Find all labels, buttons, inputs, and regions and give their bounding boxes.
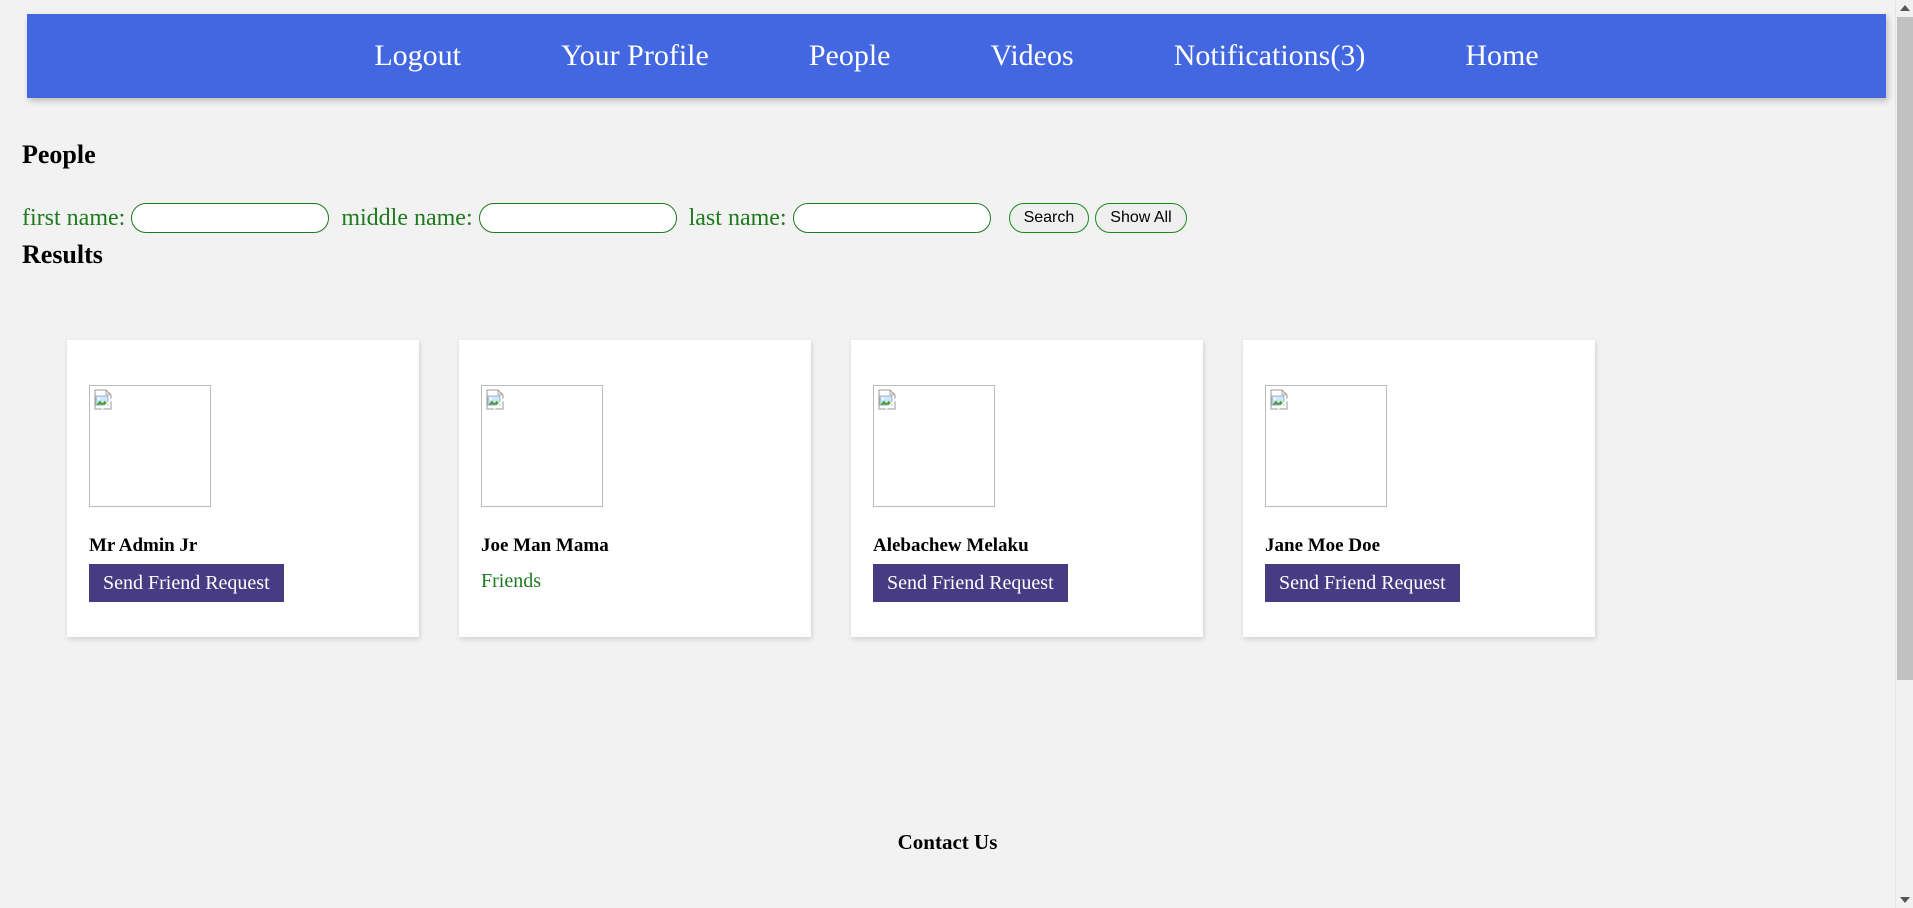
middle-name-label: middle name: (341, 205, 473, 231)
page-title: People (22, 140, 96, 169)
broken-image-icon (1265, 385, 1387, 507)
person-name: Jane Moe Doe (1265, 535, 1381, 556)
nav-notifications[interactable]: Notifications(3) (1124, 39, 1416, 72)
friend-status-label: Friends (481, 570, 541, 592)
scroll-down-arrow-icon[interactable] (1896, 892, 1913, 908)
contact-us-link[interactable]: Contact Us (898, 830, 998, 855)
nav-logout[interactable]: Logout (324, 39, 511, 72)
send-friend-request-button[interactable]: Send Friend Request (89, 564, 284, 602)
nav-people[interactable]: People (759, 39, 941, 72)
person-name: Joe Man Mama (481, 535, 609, 556)
person-name: Alebachew Melaku (873, 535, 1029, 556)
person-card: Alebachew Melaku Send Friend Request (851, 340, 1203, 637)
results-grid: Mr Admin Jr Send Friend Request Joe Man … (67, 340, 1595, 637)
nav-list: Logout Your Profile People Videos Notifi… (324, 40, 1588, 72)
footer: Contact Us (0, 830, 1895, 855)
send-friend-request-button[interactable]: Send Friend Request (873, 564, 1068, 602)
person-card: Mr Admin Jr Send Friend Request (67, 340, 419, 637)
nav-home[interactable]: Home (1415, 39, 1588, 72)
middle-name-input[interactable] (478, 203, 677, 233)
nav-your-profile[interactable]: Your Profile (511, 39, 759, 72)
broken-image-icon (481, 385, 603, 507)
broken-image-icon (89, 385, 211, 507)
search-button[interactable]: Search (1008, 203, 1090, 233)
last-name-label: last name: (688, 205, 787, 231)
person-name: Mr Admin Jr (89, 535, 198, 556)
scrollbar-thumb[interactable] (1897, 17, 1913, 680)
scroll-up-arrow-icon[interactable] (1896, 0, 1913, 16)
people-search-form: first name: middle name: last name: Sear… (22, 198, 1187, 238)
results-heading: Results (22, 240, 103, 269)
page-root: Logout Your Profile People Videos Notifi… (0, 0, 1895, 908)
first-name-label: first name: (22, 205, 126, 231)
person-card: Joe Man Mama Friends (459, 340, 811, 637)
last-name-input[interactable] (792, 203, 991, 233)
show-all-button[interactable]: Show All (1095, 203, 1187, 233)
nav-videos[interactable]: Videos (940, 39, 1123, 72)
person-card: Jane Moe Doe Send Friend Request (1243, 340, 1595, 637)
top-navigation-bar: Logout Your Profile People Videos Notifi… (27, 14, 1886, 98)
first-name-input[interactable] (131, 203, 330, 233)
vertical-scrollbar[interactable] (1895, 0, 1913, 908)
send-friend-request-button[interactable]: Send Friend Request (1265, 564, 1460, 602)
broken-image-icon (873, 385, 995, 507)
